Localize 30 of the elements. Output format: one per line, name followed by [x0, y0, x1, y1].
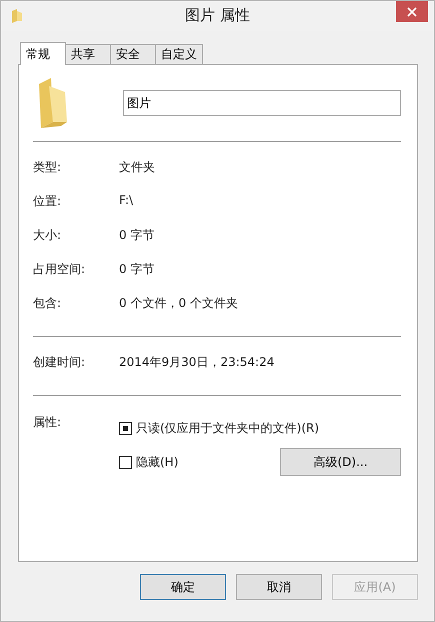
field-value: 0 字节	[119, 261, 154, 278]
tab[interactable]: 自定义	[155, 44, 203, 64]
field-label: 类型:	[33, 159, 62, 176]
field-label: 位置:	[33, 193, 62, 210]
advanced-button[interactable]: 高级(D)...	[280, 448, 401, 476]
checkbox-box[interactable]	[119, 456, 132, 468]
dialog-button[interactable]: 取消	[236, 574, 322, 600]
tab[interactable]: 常规	[20, 42, 66, 65]
folder-icon	[11, 9, 23, 23]
name-field[interactable]: 图片	[123, 90, 401, 116]
field-label: 大小:	[33, 227, 62, 244]
checkbox[interactable]: 隐藏(H)	[119, 454, 178, 470]
field-value: 0 个文件，0 个文件夹	[119, 295, 238, 312]
field-label: 属性:	[33, 414, 62, 431]
field-value: F:\	[119, 193, 134, 207]
close-icon	[407, 6, 417, 16]
close-button[interactable]	[396, 1, 428, 22]
field-label: 创建时间:	[33, 354, 86, 371]
checkbox-label: 隐藏(H)	[136, 454, 178, 470]
field-label: 包含:	[33, 295, 62, 312]
checkbox-box[interactable]	[119, 422, 132, 434]
folder-icon	[37, 78, 69, 128]
window-title: 图片 属性	[185, 6, 250, 25]
field-value: 0 字节	[119, 227, 154, 244]
tab[interactable]: 安全	[110, 44, 156, 64]
dialog-button[interactable]: 确定	[140, 574, 226, 600]
field-value: 2014年9月30日，23:54:24	[119, 354, 274, 371]
field-value: 文件夹	[119, 159, 155, 176]
field-label: 占用空间:	[33, 261, 86, 278]
tab[interactable]: 共享	[65, 44, 111, 64]
